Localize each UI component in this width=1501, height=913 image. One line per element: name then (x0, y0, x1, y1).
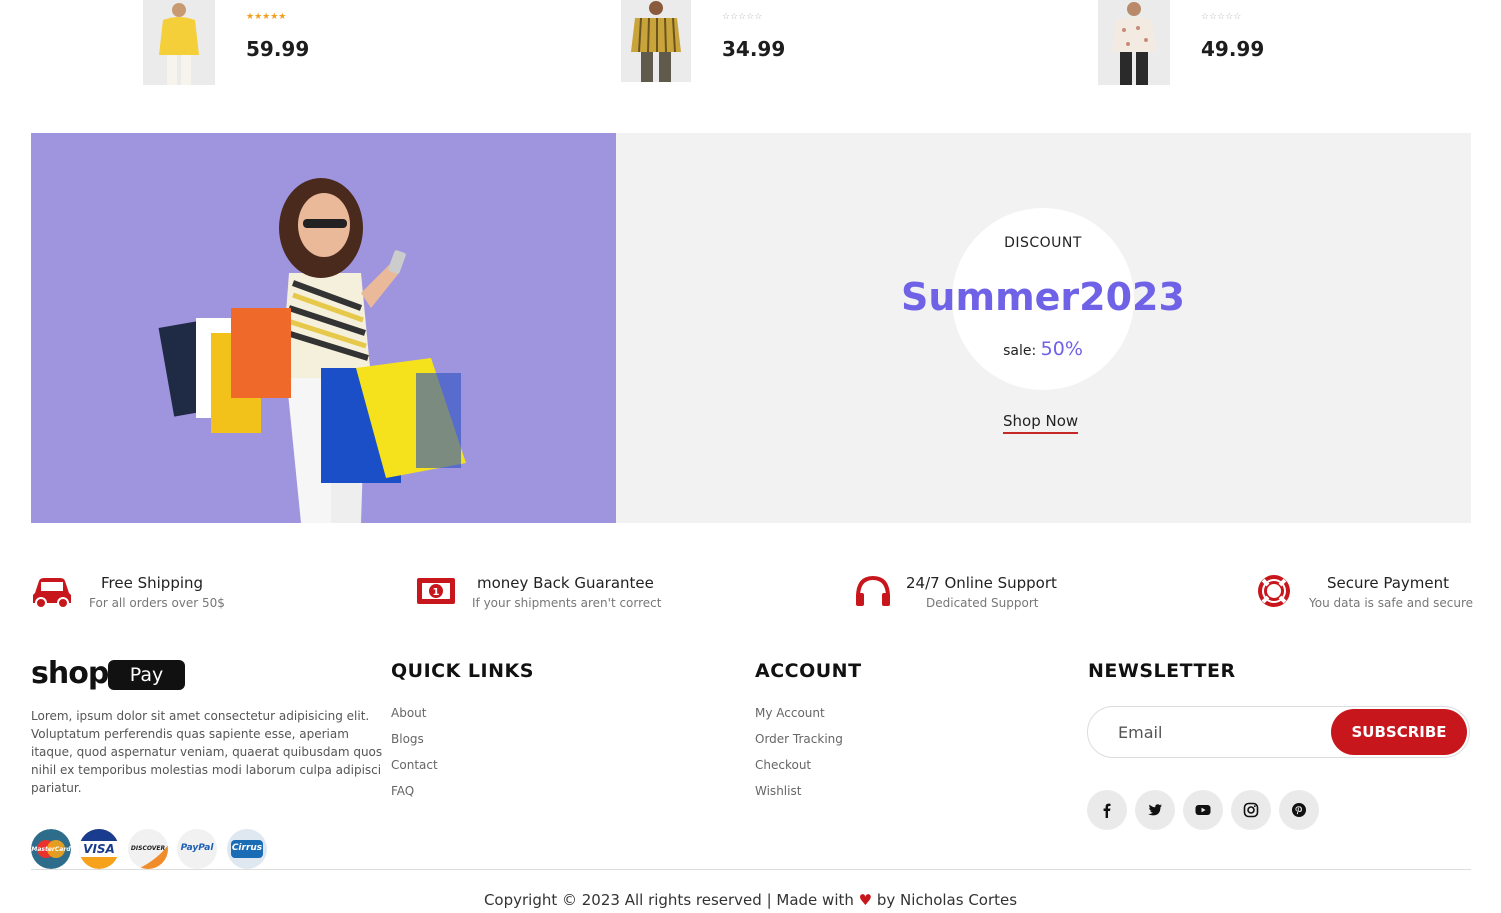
product-image[interactable] (621, 0, 691, 82)
footer-divider (31, 869, 1471, 870)
hero-image (31, 133, 616, 523)
quick-links-title: QUICK LINKS (391, 660, 534, 682)
svg-text:1: 1 (433, 587, 440, 598)
link-wishlist[interactable]: Wishlist (755, 784, 843, 810)
link-blogs[interactable]: Blogs (391, 732, 438, 758)
copyright-text: Copyright © 2023 All rights reserved | M… (483, 891, 854, 909)
money-icon: 1 (416, 573, 458, 609)
email-input[interactable] (1118, 719, 1328, 745)
feature-subtitle: You data is safe and secure (1309, 596, 1474, 610)
feature-subtitle: For all orders over 50$ (89, 596, 225, 610)
sale-text: sale: 50% (943, 338, 1143, 360)
account-title: ACCOUNT (755, 660, 862, 682)
product-price: 49.99 (1201, 37, 1265, 61)
product-card[interactable]: ★★★★★ 59.99 (143, 0, 443, 86)
link-order-tracking[interactable]: Order Tracking (755, 732, 843, 758)
feature-online-support: 24/7 Online Support Dedicated Support (855, 573, 1075, 613)
product-price: 34.99 (722, 37, 786, 61)
quick-links-list: About Blogs Contact FAQ (391, 706, 438, 810)
product-card[interactable]: ☆☆☆☆☆ 34.99 (621, 0, 921, 86)
car-icon (31, 573, 73, 609)
sale-percent: 50% (1040, 338, 1083, 360)
product-rating: ☆☆☆☆☆ (1201, 12, 1242, 22)
pinterest-icon[interactable] (1279, 790, 1319, 830)
feature-title: 24/7 Online Support (906, 574, 1057, 592)
lifebuoy-icon (1255, 573, 1297, 609)
newsletter-form: SUBSCRIBE (1087, 706, 1470, 758)
paypal-icon: PayPal (177, 829, 217, 869)
feature-subtitle: If your shipments aren't correct (472, 596, 662, 610)
link-contact[interactable]: Contact (391, 758, 438, 784)
sale-label: sale: (1003, 343, 1037, 359)
product-card[interactable]: ☆☆☆☆☆ 49.99 (1098, 0, 1398, 86)
visa-icon: VISA (79, 829, 119, 869)
facebook-icon[interactable] (1087, 790, 1127, 830)
link-checkout[interactable]: Checkout (755, 758, 843, 784)
product-price: 59.99 (246, 37, 310, 61)
newsletter-title: NEWSLETTER (1088, 660, 1236, 682)
link-my-account[interactable]: My Account (755, 706, 843, 732)
instagram-icon[interactable] (1231, 790, 1271, 830)
discover-icon: DISCOVER (128, 829, 168, 869)
about-text: Lorem, ipsum dolor sit amet consectetur … (31, 709, 383, 795)
feature-title: Free Shipping (101, 574, 204, 592)
feature-title: money Back Guarantee (477, 574, 654, 592)
feature-title: Secure Payment (1327, 574, 1450, 592)
copyright: Copyright © 2023 All rights reserved | M… (0, 891, 1501, 909)
promo-banner: DISCOUNT Summer2023 sale: 50% Shop Now (31, 133, 1471, 523)
logo-word: shop (31, 656, 109, 691)
mastercard-icon: MasterCard (31, 829, 71, 869)
heart-icon: ♥ (858, 891, 873, 909)
product-rating: ☆☆☆☆☆ (722, 12, 763, 22)
copyright-author: by Nicholas Cortes (876, 891, 1018, 909)
feature-money-back: 1 money Back Guarantee If your shipments… (416, 573, 676, 613)
logo-pill: Pay (108, 660, 185, 690)
product-rating: ★★★★★ (246, 12, 287, 22)
feature-subtitle: Dedicated Support (926, 596, 1039, 610)
feature-free-shipping: Free Shipping For all orders over 50$ (31, 573, 231, 613)
promo-code: Summer2023 (901, 275, 1185, 319)
youtube-icon[interactable] (1183, 790, 1223, 830)
shop-now-link[interactable]: Shop Now (1003, 412, 1079, 434)
twitter-icon[interactable] (1135, 790, 1175, 830)
feature-secure-payment: Secure Payment You data is safe and secu… (1255, 573, 1474, 613)
headphones-icon (855, 573, 897, 609)
subscribe-button[interactable]: SUBSCRIBE (1331, 709, 1467, 755)
product-image[interactable] (1098, 0, 1170, 85)
account-list: My Account Order Tracking Checkout Wishl… (755, 706, 843, 810)
link-about[interactable]: About (391, 706, 438, 732)
link-faq[interactable]: FAQ (391, 784, 438, 810)
cirrus-icon: Cirrus (227, 829, 267, 869)
discount-label: DISCOUNT (1004, 235, 1082, 251)
product-image[interactable] (143, 0, 215, 85)
